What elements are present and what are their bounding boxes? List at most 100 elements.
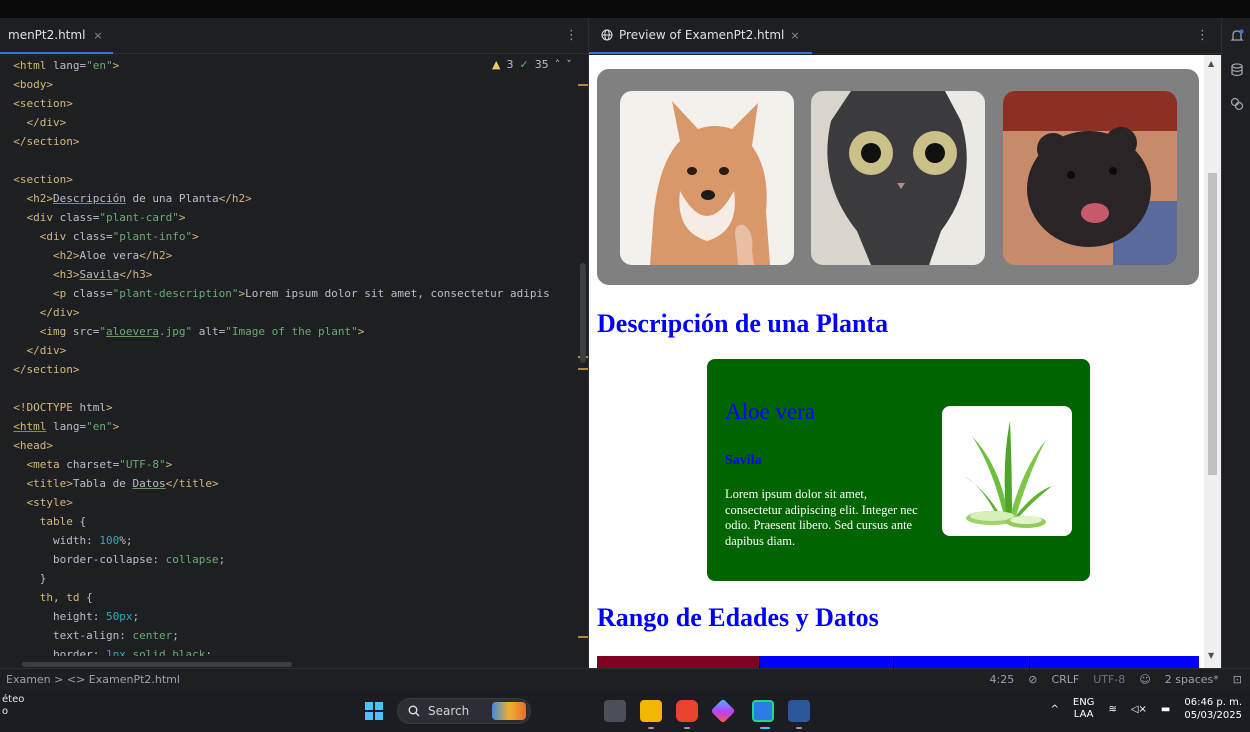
search-highlight-icon [492, 702, 526, 720]
ages-section-heading: Rango de Edades y Datos [597, 603, 879, 632]
table-header-cell [597, 656, 759, 668]
check-count: 35 [534, 58, 549, 71]
task-view-icon[interactable] [604, 700, 626, 722]
plant-common-name: Savila [725, 453, 762, 468]
weather-label: éteo [2, 694, 25, 705]
horizontal-scrollbar[interactable] [22, 662, 292, 667]
code-line[interactable] [0, 151, 588, 170]
code-line[interactable]: text-align: center; [0, 626, 588, 645]
editor-tab-label: menPt2.html [8, 28, 86, 42]
code-line[interactable]: <p class="plant-description">Lorem ipsum… [0, 284, 588, 303]
close-icon[interactable]: × [790, 29, 799, 42]
code-line[interactable]: <head> [0, 436, 588, 455]
scroll-down-arrow-icon[interactable]: ▼ [1208, 651, 1214, 660]
preview-scrollbar[interactable]: ▲ ▼ [1204, 55, 1221, 668]
search-icon [408, 705, 420, 717]
indent-setting[interactable]: 2 spaces* [1165, 673, 1219, 686]
speaker-muted-icon[interactable]: ◁× [1131, 704, 1147, 715]
windows-start-icon[interactable] [365, 702, 383, 720]
code-line[interactable]: height: 50px; [0, 607, 588, 626]
inspections-widget[interactable]: ▲ 3 ✓ 35 ˄ ˅ [492, 58, 572, 71]
ai-assistant-icon[interactable] [1222, 96, 1250, 116]
code-line[interactable]: </div> [0, 341, 588, 360]
word-icon[interactable] [788, 700, 810, 722]
code-line[interactable]: <title>Tabla de Datos</title> [0, 474, 588, 493]
code-line[interactable]: border: 1px solid black; [0, 645, 588, 656]
code-line[interactable]: <h2>Descripción de una Planta</h2> [0, 189, 588, 208]
plant-description: Lorem ipsum dolor sit amet, consectetur … [725, 487, 918, 548]
code-line[interactable]: </section> [0, 132, 588, 151]
ai-status-icon[interactable]: ☺ [1139, 673, 1150, 686]
code-line[interactable]: <meta charset="UTF-8"> [0, 455, 588, 474]
vertical-scrollbar[interactable] [580, 263, 586, 363]
no-edit-icon[interactable]: ⊘ [1028, 673, 1037, 686]
weather-widget[interactable]: éteo o [2, 694, 24, 718]
chevron-down-icon[interactable]: ˅ [566, 58, 572, 71]
preview-tab[interactable]: Preview of ExamenPt2.html × [589, 18, 812, 54]
change-marker [578, 636, 588, 638]
editor-tab-examenpt2[interactable]: menPt2.html × [0, 18, 113, 54]
status-bar: Examen > <> ExamenPt2.html 4:25 ⊘ CRLF U… [0, 668, 1250, 690]
table-header-cell [1029, 656, 1199, 668]
language-code: ENG [1072, 697, 1095, 708]
code-line[interactable]: <section> [0, 170, 588, 189]
cat-photo [811, 91, 985, 265]
code-line[interactable]: table { [0, 512, 588, 531]
code-line[interactable]: width: 100%; [0, 531, 588, 550]
code-line[interactable] [0, 379, 588, 398]
database-icon[interactable] [1222, 62, 1250, 82]
code-line[interactable]: <html lang="en"> [0, 417, 588, 436]
rendered-page: Descripción de una Planta Aloe vera Savi… [589, 55, 1204, 668]
file-encoding[interactable]: UTF-8 [1093, 673, 1125, 686]
webstorm-icon[interactable] [752, 700, 774, 722]
scrollbar-thumb[interactable] [1208, 173, 1217, 475]
chevron-up-icon[interactable]: ˄ [555, 58, 561, 71]
scroll-up-arrow-icon[interactable]: ▲ [1208, 59, 1214, 68]
running-indicator [796, 727, 802, 729]
plant-card: Aloe vera Savila Lorem ipsum dolor sit a… [707, 359, 1090, 581]
weather-sub: o [2, 706, 9, 717]
code-line[interactable]: <section> [0, 94, 588, 113]
chevron-up-icon[interactable]: ^ [1050, 704, 1058, 715]
code-line[interactable]: <div class="plant-info"> [0, 227, 588, 246]
notifications-icon[interactable] [1222, 28, 1250, 48]
code-line[interactable]: </div> [0, 303, 588, 322]
battery-icon[interactable]: ▬ [1161, 704, 1170, 715]
code-line[interactable]: </section> [0, 360, 588, 379]
warning-count: 3 [506, 58, 514, 71]
window-top-strip [0, 0, 1250, 18]
clock[interactable]: 06:46 p. m. 05/03/2025 [1184, 696, 1242, 722]
code-line[interactable]: <h3>Savila</h3> [0, 265, 588, 284]
code-line[interactable]: <h2>Aloe vera</h2> [0, 246, 588, 265]
code-line[interactable]: <!DOCTYPE html> [0, 398, 588, 417]
code-line[interactable]: <style> [0, 493, 588, 512]
right-tool-strip [1221, 18, 1250, 668]
clock-time: 06:46 p. m. [1184, 697, 1242, 708]
more-options-icon[interactable]: ⋮ [1196, 28, 1209, 43]
code-line[interactable]: } [0, 569, 588, 588]
breadcrumb[interactable]: Examen > <> ExamenPt2.html [6, 673, 180, 686]
code-editor-pane: menPt2.html × ⋮ <html lang="en"> <body> … [0, 18, 588, 668]
preview-tab-label: Preview of ExamenPt2.html [619, 28, 785, 42]
code-line[interactable]: <body> [0, 75, 588, 94]
code-area[interactable]: <html lang="en"> <body> <section> </div>… [0, 56, 588, 656]
line-separator[interactable]: CRLF [1051, 673, 1079, 686]
caret-position[interactable]: 4:25 [990, 673, 1015, 686]
code-line[interactable]: th, td { [0, 588, 588, 607]
file-explorer-icon[interactable] [640, 700, 662, 722]
taskbar-search[interactable]: Search [397, 698, 531, 724]
code-line[interactable]: border-collapse: collapse; [0, 550, 588, 569]
code-line[interactable]: <img src="aloevera.jpg" alt="Image of th… [0, 322, 588, 341]
data-table-top [597, 656, 1199, 668]
plant-name: Aloe vera [725, 399, 816, 424]
lock-icon[interactable]: ⊡ [1233, 673, 1242, 686]
image-gallery [597, 69, 1199, 285]
code-line[interactable]: </div> [0, 113, 588, 132]
more-options-icon[interactable]: ⋮ [565, 28, 578, 43]
code-line[interactable]: <div class="plant-card"> [0, 208, 588, 227]
brave-browser-icon[interactable] [676, 700, 698, 722]
language-indicator[interactable]: ENG LAA [1073, 697, 1095, 721]
wifi-icon[interactable]: ≋ [1108, 704, 1116, 715]
jetbrains-toolbox-icon[interactable] [710, 698, 736, 724]
close-icon[interactable]: × [93, 29, 102, 42]
